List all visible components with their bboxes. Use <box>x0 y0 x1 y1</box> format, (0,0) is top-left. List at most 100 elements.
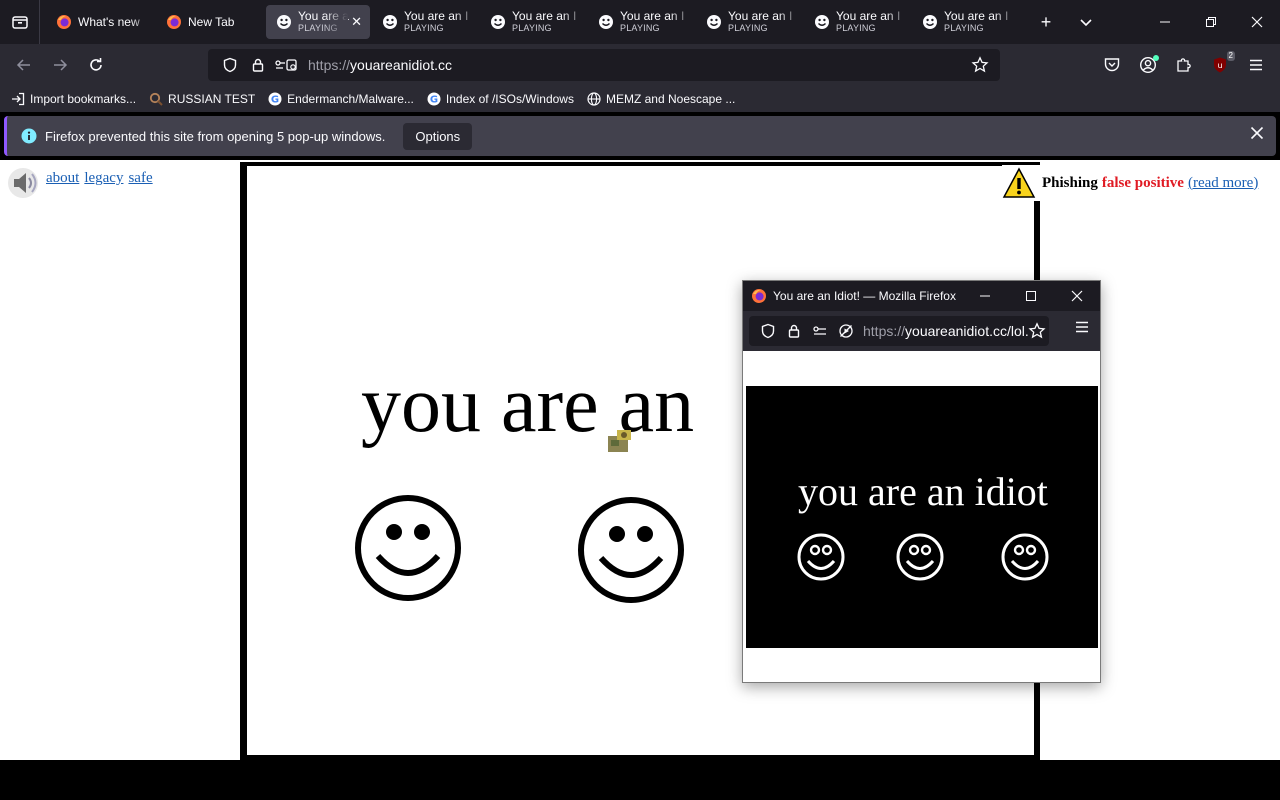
minimize-button[interactable] <box>1142 0 1188 44</box>
search-icon <box>148 91 164 107</box>
shield-icon[interactable] <box>755 317 781 345</box>
autoplay-blocked-icon[interactable] <box>833 317 859 345</box>
list-all-tabs-button[interactable] <box>1066 0 1106 44</box>
arrow-right-icon <box>54 59 68 71</box>
maximize-icon <box>1026 291 1036 301</box>
pocket-button[interactable] <box>1094 47 1130 83</box>
reload-button[interactable] <box>78 49 114 81</box>
tab-list: What's new New Tab You are a PLAYING ✕ Y… <box>40 0 1020 44</box>
smiley-icon <box>598 14 614 30</box>
idiot-text: you are an <box>361 361 695 449</box>
tab-title: New Tab <box>188 15 235 29</box>
permissions-icon[interactable] <box>807 317 833 345</box>
smiley-icon <box>382 14 398 30</box>
popup-menu-button[interactable] <box>1074 319 1090 340</box>
popup-url-text[interactable]: https://youareanidiot.cc/lol. <box>863 323 1029 339</box>
tab-new-tab[interactable]: New Tab <box>156 5 264 39</box>
tab-active-idiot[interactable]: You are a PLAYING ✕ <box>266 5 370 39</box>
url-text[interactable]: https://youareanidiot.cc <box>308 57 452 73</box>
popup-close-button[interactable] <box>1054 281 1100 311</box>
restore-button[interactable] <box>1188 0 1234 44</box>
site-links: about legacy safe <box>46 170 158 187</box>
tab-strip: What's new New Tab You are a PLAYING ✕ Y… <box>0 0 1280 44</box>
notification-close-button[interactable] <box>1250 126 1264 145</box>
ublock-origin-button[interactable]: u 2 <box>1202 47 1238 83</box>
popup-maximize-button[interactable] <box>1008 281 1054 311</box>
notification-options-button[interactable]: Options <box>403 122 473 150</box>
google-icon: G <box>426 91 442 107</box>
firefox-icon <box>56 14 72 30</box>
tab-close-icon[interactable]: ✕ <box>351 15 362 29</box>
restore-icon <box>1206 17 1216 27</box>
tab-idiot[interactable]: You are an I PLAYING <box>480 5 586 39</box>
svg-text:u: u <box>1217 61 1222 70</box>
bookmark-index-isos[interactable]: G Index of /ISOs/Windows <box>426 91 574 107</box>
ublock-badge: 2 <box>1226 51 1235 61</box>
new-tab-button[interactable]: + <box>1026 0 1066 44</box>
popup-idiot-text: you are an idiot <box>798 469 1048 514</box>
back-button[interactable] <box>6 49 42 81</box>
firefox-icon <box>166 14 182 30</box>
bookmark-russian-test[interactable]: RUSSIAN TEST <box>148 91 255 107</box>
bookmark-star-icon[interactable] <box>1023 317 1051 345</box>
globe-icon <box>586 91 602 107</box>
about-link[interactable]: about <box>46 170 79 186</box>
popup-content: you are an idiot <box>743 351 1100 682</box>
smiley-face-icon <box>797 533 845 581</box>
bookmarks-toolbar: Import bookmarks... RUSSIAN TEST G Ender… <box>0 86 1280 112</box>
tab-idiot[interactable]: You are an I PLAYING <box>912 5 1018 39</box>
bookmark-import[interactable]: Import bookmarks... <box>10 91 136 107</box>
permissions-icon[interactable] <box>272 51 300 79</box>
warning-triangle-icon <box>1002 167 1036 198</box>
smiley-face-icon <box>355 495 461 601</box>
notification-dot <box>1153 55 1159 61</box>
hamburger-menu-icon <box>1250 59 1262 71</box>
lock-icon[interactable] <box>244 51 272 79</box>
account-button[interactable] <box>1130 47 1166 83</box>
popup-address-bar[interactable]: https://youareanidiot.cc/lol. <box>749 316 1049 346</box>
tab-idiot[interactable]: You are an I PLAYING <box>696 5 802 39</box>
tab-whats-new[interactable]: What's new <box>46 5 154 39</box>
bookmark-endermanch[interactable]: G Endermanch/Malware... <box>267 91 414 107</box>
legacy-link[interactable]: legacy <box>84 170 123 186</box>
smiley-icon <box>490 14 506 30</box>
smiley-face-icon <box>1001 533 1049 581</box>
bookmark-star-icon[interactable] <box>966 51 994 79</box>
plus-icon: + <box>1040 11 1052 32</box>
popup-title: You are an Idiot! — Mozilla Firefox <box>773 289 956 303</box>
popup-toolbar: https://youareanidiot.cc/lol. <box>743 311 1100 351</box>
smiley-face-icon <box>896 533 944 581</box>
popup-titlebar[interactable]: You are an Idiot! — Mozilla Firefox <box>743 281 1100 311</box>
pocket-icon <box>1104 58 1120 72</box>
google-icon: G <box>267 91 283 107</box>
forward-button[interactable] <box>42 49 78 81</box>
tab-idiot[interactable]: You are an I PLAYING <box>372 5 478 39</box>
bookmark-memz[interactable]: MEMZ and Noescape ... <box>586 91 735 107</box>
speaker-icon[interactable] <box>6 166 40 200</box>
tab-idiot[interactable]: You are an I PLAYING <box>588 5 694 39</box>
puzzle-icon <box>1177 58 1191 72</box>
shield-icon[interactable] <box>216 51 244 79</box>
address-bar[interactable]: https://youareanidiot.cc <box>208 49 1000 81</box>
smiley-icon <box>922 14 938 30</box>
tab-overview-button[interactable] <box>0 0 40 44</box>
lock-icon[interactable] <box>781 317 807 345</box>
phishing-notice: Phishing false positive (read more) <box>1002 165 1280 201</box>
extensions-button[interactable] <box>1166 47 1202 83</box>
popup-window[interactable]: You are an Idiot! — Mozilla Firefox http… <box>742 280 1101 683</box>
close-icon <box>1250 126 1264 140</box>
tab-idiot[interactable]: You are an I PLAYING <box>804 5 910 39</box>
popup-minimize-button[interactable] <box>962 281 1008 311</box>
bottom-black-area <box>0 760 1280 800</box>
chevron-down-icon <box>1080 19 1092 27</box>
import-icon <box>10 91 26 107</box>
notification-message: Firefox prevented this site from opening… <box>45 128 386 144</box>
close-window-button[interactable] <box>1234 0 1280 44</box>
read-more-link[interactable]: (read more) <box>1188 175 1258 192</box>
mouse-cursor-sticker-icon <box>608 430 631 452</box>
safe-link[interactable]: safe <box>128 170 152 186</box>
hamburger-menu-icon <box>1076 321 1088 333</box>
smiley-icon <box>706 14 722 30</box>
popup-blocked-notification: Firefox prevented this site from opening… <box>4 116 1276 156</box>
app-menu-button[interactable] <box>1238 47 1274 83</box>
